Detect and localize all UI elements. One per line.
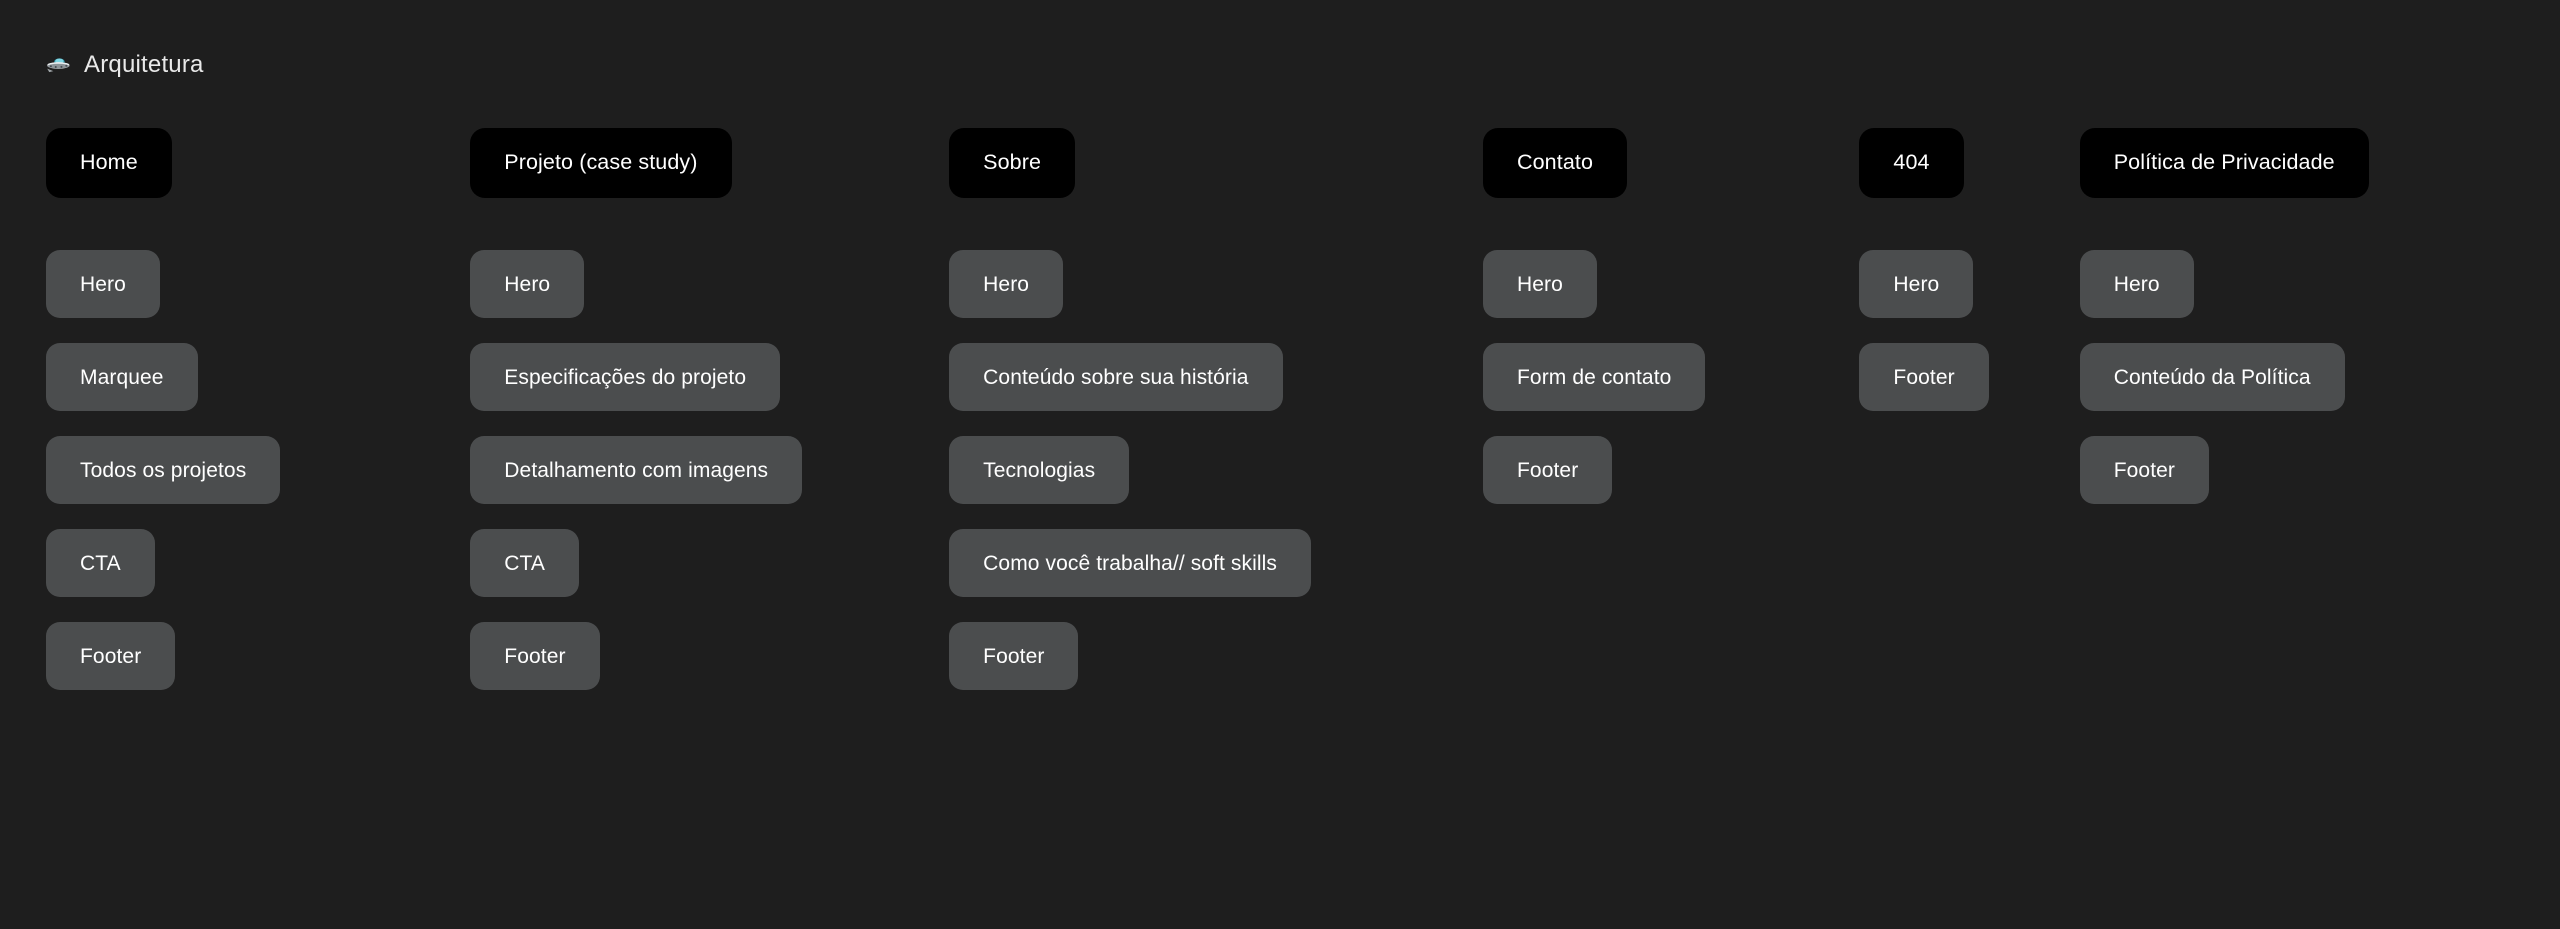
page-card-sobre[interactable]: Sobre <box>949 128 1076 198</box>
section-card[interactable]: Conteúdo da Política <box>2079 343 2345 411</box>
section-card[interactable]: Footer <box>470 622 600 690</box>
section-card[interactable]: Tecnologias <box>949 436 1130 504</box>
section-card[interactable]: Todos os projetos <box>46 436 281 504</box>
column-contato: Contato Hero Form de contato Footer <box>1483 128 1706 504</box>
section-card[interactable]: Especificações do projeto <box>470 343 781 411</box>
column-sobre: Sobre Hero Conteúdo sobre sua história T… <box>949 128 1311 690</box>
section-card[interactable]: Hero <box>470 250 585 318</box>
section-card[interactable]: Footer <box>949 622 1079 690</box>
ufo-icon <box>47 58 70 73</box>
column-404: 404 Hero Footer <box>1859 128 1989 411</box>
section-card[interactable]: Hero <box>1859 250 1974 318</box>
board-title-label: Arquitetura <box>84 51 204 78</box>
page-card-404[interactable]: 404 <box>1859 128 1964 198</box>
page-card-projeto[interactable]: Projeto (case study) <box>470 128 732 198</box>
page-card-contato[interactable]: Contato <box>1483 128 1628 198</box>
section-card[interactable]: CTA <box>46 529 155 597</box>
section-card[interactable]: Hero <box>1483 250 1597 318</box>
columns-container: Home Hero Marquee Todos os projetos CTA … <box>0 128 2560 690</box>
column-home: Home Hero Marquee Todos os projetos CTA … <box>46 128 281 690</box>
section-card[interactable]: Como você trabalha// soft skills <box>949 529 1311 597</box>
page-card-home[interactable]: Home <box>46 128 172 198</box>
section-card[interactable]: Hero <box>2079 250 2194 318</box>
section-card[interactable]: Footer <box>2079 436 2209 504</box>
architecture-board: Arquitetura Home Hero Marquee Todos os p… <box>0 0 2560 929</box>
column-projeto: Projeto (case study) Hero Especificações… <box>470 128 803 690</box>
section-card[interactable]: CTA <box>470 529 580 597</box>
page-card-politica-privacidade[interactable]: Política de Privacidade <box>2079 128 2369 198</box>
section-card[interactable]: Footer <box>1483 436 1613 504</box>
section-card[interactable]: Footer <box>46 622 176 690</box>
section-card[interactable]: Detalhamento com imagens <box>470 436 803 504</box>
column-politica-privacidade: Política de Privacidade Hero Conteúdo da… <box>2079 128 2369 504</box>
section-card[interactable]: Footer <box>1859 343 1989 411</box>
section-card[interactable]: Hero <box>46 250 160 318</box>
section-card[interactable]: Marquee <box>46 343 198 411</box>
section-card[interactable]: Hero <box>949 250 1064 318</box>
section-card[interactable]: Form de contato <box>1483 343 1706 411</box>
board-title: Arquitetura <box>46 50 204 80</box>
section-card[interactable]: Conteúdo sobre sua história <box>949 343 1283 411</box>
